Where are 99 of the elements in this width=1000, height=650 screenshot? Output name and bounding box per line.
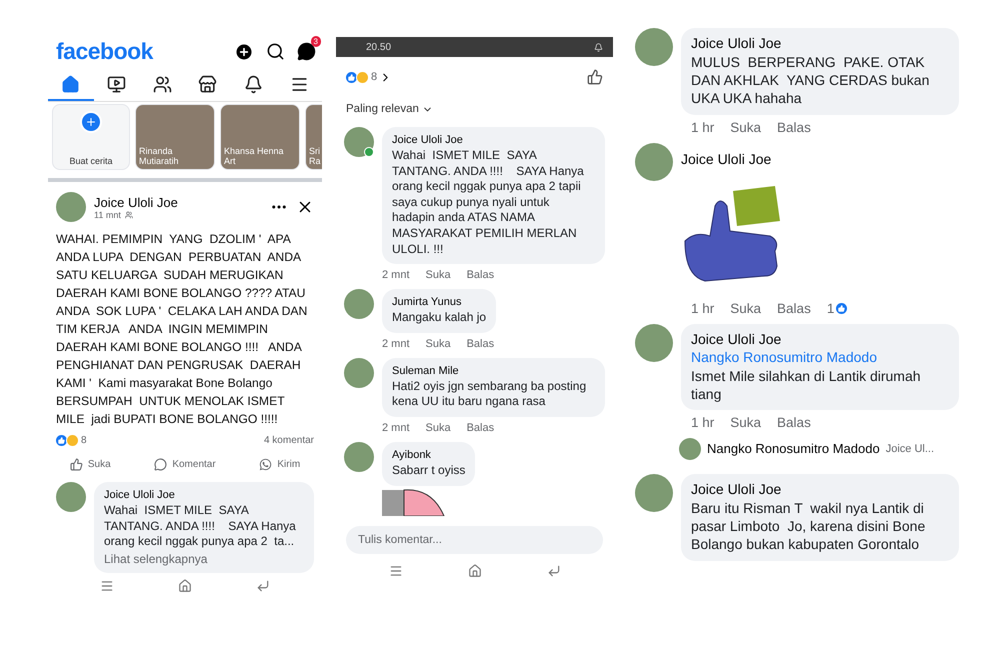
avatar: [635, 142, 673, 181]
author-name: Joice Uloli Joe: [94, 194, 179, 210]
avatar: [679, 438, 701, 460]
wow-reaction-icon: [66, 434, 79, 447]
facebook-logo: facebook: [56, 38, 153, 65]
reply-link[interactable]: Balas: [777, 414, 811, 430]
thumbs-up-icon: [70, 458, 83, 471]
commenter-name: Joice Uloli Joe: [681, 150, 772, 167]
like-link[interactable]: Suka: [426, 269, 451, 282]
avatar: [56, 192, 86, 222]
action-button[interactable]: Suka: [64, 457, 117, 472]
story-card[interactable]: Khansa Henna Art: [220, 104, 300, 170]
back-icon[interactable]: [546, 564, 560, 578]
avatar: [56, 482, 86, 512]
story-label: Buat cerita: [68, 155, 114, 168]
commenter-name: Joice Uloli Joe: [691, 480, 782, 497]
comment-time: 2 mnt: [382, 422, 410, 434]
like-link[interactable]: Suka: [426, 422, 451, 434]
home-icon[interactable]: [178, 578, 192, 593]
like-reaction-icon: [346, 72, 357, 82]
avatar: [344, 289, 374, 320]
commenter-name: Joice Uloli Joe: [691, 330, 782, 347]
status-time: 20.50: [366, 42, 392, 52]
comment-count: 4 komentar: [264, 435, 314, 446]
like-count: 1: [826, 300, 834, 316]
like-link[interactable]: Suka: [426, 338, 451, 350]
comment-time: 2 mnt: [382, 338, 410, 350]
alarm-icon: [594, 42, 603, 52]
comment-icon: [154, 458, 168, 471]
reaction-count: 8: [81, 435, 87, 446]
create-story-card[interactable]: Buat cerita: [52, 104, 130, 170]
reply-author: Nangko Ronosumitro Madodo: [707, 441, 880, 456]
comment-input-field[interactable]: Tulis komentar...: [346, 526, 603, 554]
video-icon: [107, 75, 126, 94]
plus-icon: [85, 116, 97, 128]
home-icon[interactable]: [468, 564, 482, 578]
comment-time: 1 hr: [691, 414, 714, 430]
like-reaction-icon: [836, 302, 848, 314]
action-button[interactable]: Kirim: [253, 457, 306, 472]
reaction-count: 8: [371, 71, 378, 83]
wow-reaction-icon: [356, 70, 369, 84]
home-icon: [61, 75, 80, 94]
reply-link[interactable]: Balas: [466, 269, 494, 282]
like-link[interactable]: Suka: [730, 300, 762, 316]
story-card[interactable]: Rinanda Mutiaratih: [135, 104, 215, 170]
comment-text: Ismet Mile silahkan di Lantik dirumah tiang: [691, 366, 922, 403]
notification-badge: 3: [310, 36, 321, 47]
reply-link[interactable]: Balas: [466, 422, 494, 434]
thumbs-up-icon[interactable]: [587, 69, 603, 85]
reply-snippet: Joice Ul...: [886, 442, 934, 455]
whatsapp-icon: [259, 458, 272, 471]
comment-time: 1 hr: [691, 300, 714, 316]
commenter-name: Ayibonk: [392, 448, 432, 461]
story-label: Sri Ra: [308, 145, 322, 168]
avatar: [635, 474, 673, 512]
post-text: WAHAI. PEMIMPIN YANG DZOLIM ' APA ANDA LUPA DENGAN PERBUATAN ANDA SATU KELUARGA SUDAH MERUGIKAN DAERAH KAMI BONE BOLANGO ???? ATAU ANDA SOK LUPA ' CELAKA LAH ANDA DAN TIM KERJA ANDA INGIN MEMIMPIN DAERAH KAMI BONE BOLANGO !!!! ANDA PENGHIANAT DAN PENGRUSAK DAERAH KAMI ' Kami masyarakat Bone Bolango BERSUMPAH UNTUK MENOLAK ISMET MILE jadi BUPATI BONE BOLANGO !!!!!: [55, 231, 308, 428]
comment-text: Baru itu Risman T wakil nya Lantik di pasar Limboto Jo, karena disini Bone Bolango bukan kabupaten Gorontalo: [691, 498, 926, 554]
commenter-name: Joice Uloli Joe: [691, 35, 782, 51]
avatar: [635, 28, 673, 66]
comment-text: Sabarr t oyiss: [392, 462, 466, 479]
comment-time: 1 hr: [691, 120, 714, 135]
commenter-name: Suleman Mile: [392, 364, 460, 377]
reply-link[interactable]: Balas: [466, 338, 494, 350]
story-card[interactable]: Sri Ra: [305, 104, 322, 170]
comment-text: MULUS BERPERANG PAKE. OTAK DAN AKHLAK YANG CERDAS bukan UKA UKA hahaha: [691, 53, 930, 108]
post-time: 11 mnt: [94, 210, 121, 220]
comment-text: Mangaku kalah jo: [392, 310, 486, 326]
reply-link[interactable]: Balas: [777, 300, 811, 316]
comment-text: Wahai ISMET MILE SAYA TANTANG. ANDA !!!! SAYA Hanya orang kecil nggak punya apa 2 ta...: [104, 503, 297, 550]
commenter-name: Jumirta Yunus: [392, 296, 463, 308]
audience-icon: [124, 210, 133, 218]
add-story-button[interactable]: [80, 111, 102, 133]
commenter-name: Joice Uloli Joe: [392, 134, 464, 146]
story-label: Khansa Henna Art: [223, 145, 285, 168]
reply-link[interactable]: Balas: [777, 120, 811, 135]
comment-time: 2 mnt: [382, 269, 410, 282]
like-reaction-icon: [56, 435, 67, 446]
story-label: Rinanda Mutiaratih: [138, 145, 180, 168]
avatar: [635, 324, 673, 362]
mention-link[interactable]: Nangko Ronosumitro Madodo: [691, 348, 949, 365]
action-button[interactable]: Komentar: [148, 457, 222, 472]
like-link[interactable]: Suka: [730, 414, 762, 430]
commenter-name: Joice Uloli Joe: [104, 489, 176, 501]
search-icon[interactable]: [266, 42, 285, 61]
friends-icon: [152, 75, 172, 94]
bell-icon: [244, 75, 264, 94]
comment-text: Hati2 oyis jgn sembarang ba posting kena UU itu baru ngana rasa: [392, 378, 588, 410]
menu-icon[interactable]: [100, 578, 114, 593]
avatar: [344, 358, 374, 388]
sort-dropdown[interactable]: Paling relevan: [336, 97, 613, 127]
store-icon: [198, 75, 218, 94]
menu-icon: [290, 75, 309, 94]
comment-text: Wahai ISMET MILE SAYA TANTANG. ANDA !!!! SAYA Hanya orang kecil nggak punya apa 2 tapii saya cukup punya nyali untuk hadapin anda ATAS NAMA MASYARAKAT PEMILIH MERLAN ULOLI. !!!: [392, 148, 585, 258]
back-icon[interactable]: [256, 578, 270, 593]
see-more-link[interactable]: Lihat selengkapnya: [104, 552, 304, 566]
menu-icon[interactable]: [388, 564, 402, 578]
create-icon[interactable]: [234, 42, 254, 62]
avatar: [344, 442, 374, 472]
like-link[interactable]: Suka: [730, 120, 762, 135]
